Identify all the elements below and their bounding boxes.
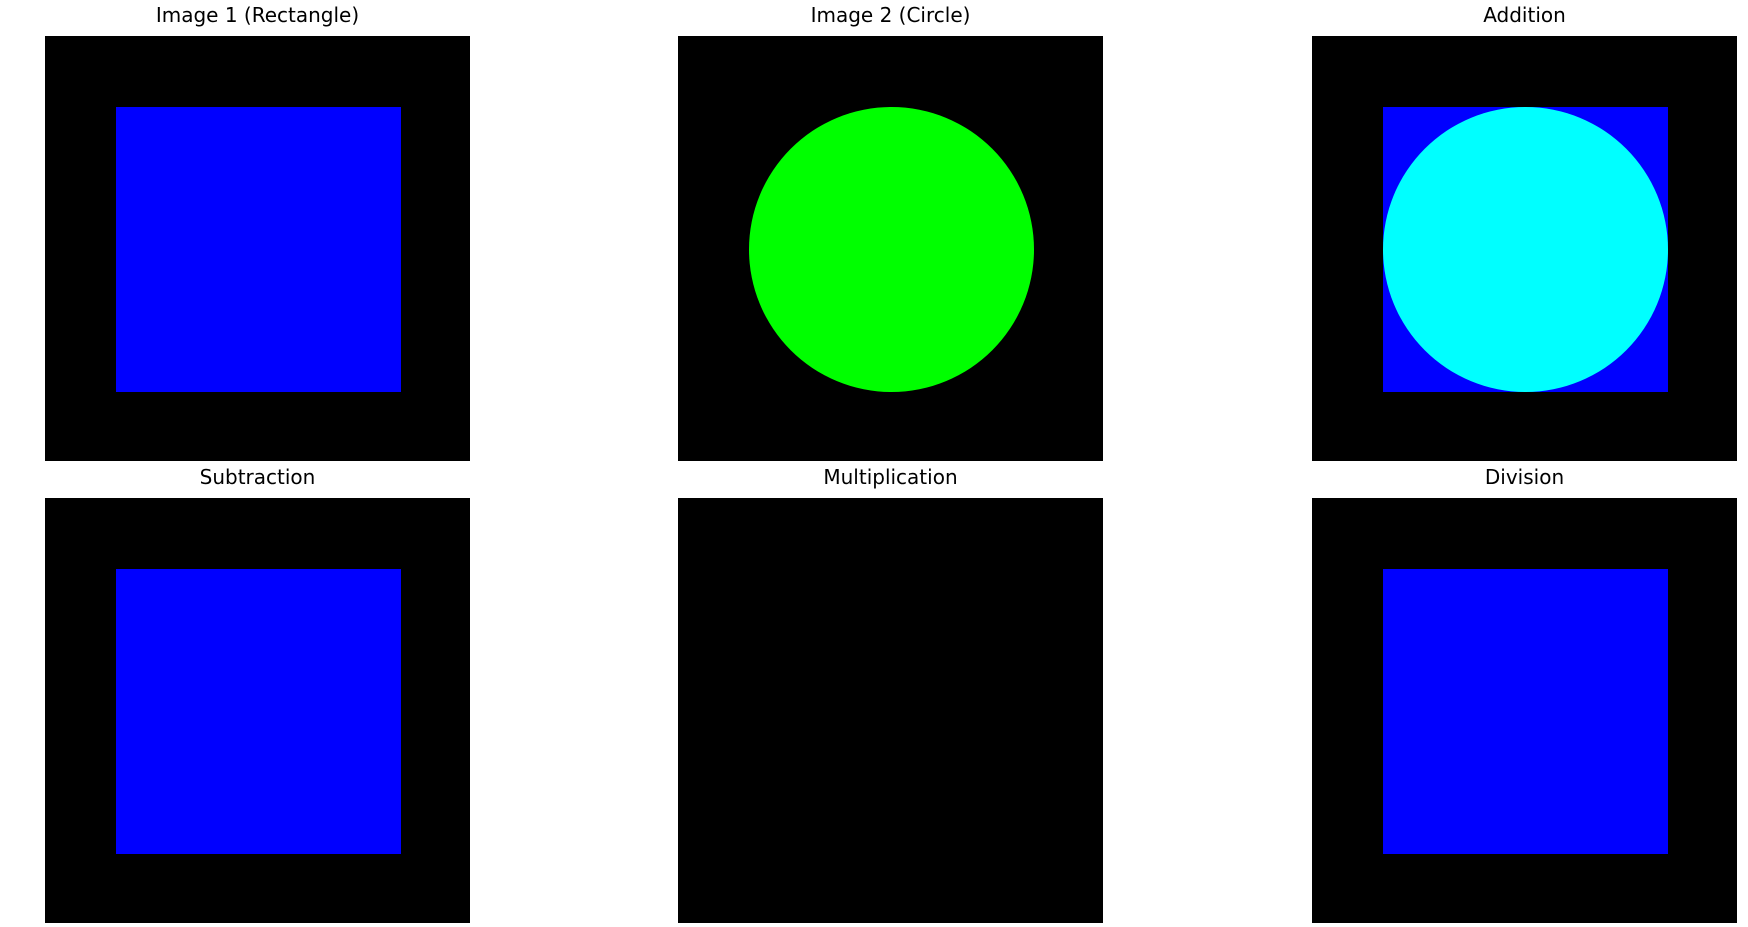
cyan-circle [1383,107,1668,392]
image-canvas [678,36,1103,461]
image-canvas [678,498,1103,923]
panel-title: Image 1 (Rectangle) [155,3,360,27]
image-canvas [45,498,470,923]
panel-title: Subtraction [199,465,316,489]
panel-title: Addition [1483,3,1566,27]
panel-title: Division [1484,465,1565,489]
image-canvas [1312,36,1737,461]
green-circle [749,107,1034,392]
blue-rectangle [116,569,401,854]
image-canvas [45,36,470,461]
panel-title: Image 2 (Circle) [810,3,971,27]
blue-rectangle [1383,569,1668,854]
blue-rectangle [116,107,401,392]
image-canvas [1312,498,1737,923]
panel-title: Multiplication [823,465,958,489]
